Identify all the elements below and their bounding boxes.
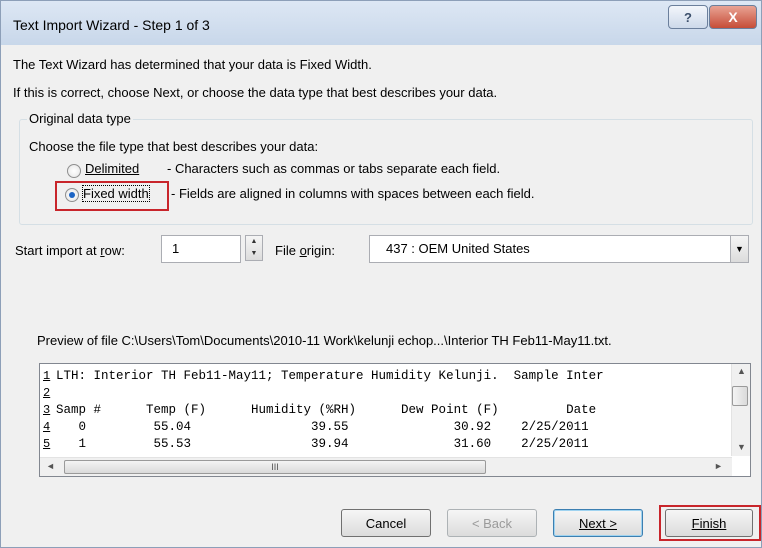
preview-row: 3 Samp # Temp (F) Humidity (%RH) Dew Poin… (40, 402, 730, 419)
row-number: 4 (43, 420, 51, 434)
row-number: 2 (43, 386, 51, 400)
preview-row: 1 LTH: Interior TH Feb11-May11; Temperatu… (40, 368, 730, 385)
row-number: 5 (43, 437, 51, 451)
fixed-width-label[interactable]: Fixed width (82, 185, 150, 202)
fixed-width-description: - Fields are aligned in columns with spa… (171, 186, 535, 201)
start-row-value: 1 (172, 241, 180, 256)
delimited-radio[interactable] (67, 164, 81, 178)
file-origin-label: File origin: (275, 243, 335, 258)
start-row-input[interactable]: 1 (161, 235, 241, 263)
row-number: 1 (43, 369, 51, 383)
next-button[interactable]: Next > (553, 509, 643, 537)
spin-down-icon[interactable]: ▼ (246, 248, 262, 260)
text-import-wizard-dialog: Text Import Wizard - Step 1 of 3 ? X The… (0, 0, 762, 548)
file-origin-value: 437 : OEM United States (386, 241, 530, 256)
preview-row: 4 0 55.04 39.55 30.92 2/25/2011 (40, 419, 730, 436)
help-button[interactable]: ? (668, 5, 708, 29)
title-bar: Text Import Wizard - Step 1 of 3 ? X (1, 1, 761, 45)
file-type-prompt: Choose the file type that best describes… (29, 139, 319, 154)
intro-line-2: If this is correct, choose Next, or choo… (13, 85, 498, 100)
preview-label: Preview of file C:\Users\Tom\Documents\2… (37, 333, 612, 348)
horizontal-scrollbar[interactable]: ◄ III ► (40, 457, 732, 476)
row-text: LTH: Interior TH Feb11-May11; Temperatur… (56, 369, 604, 383)
horizontal-scroll-thumb[interactable]: III (64, 460, 486, 474)
cancel-button[interactable]: Cancel (341, 509, 431, 537)
spin-up-icon[interactable]: ▲ (246, 236, 262, 248)
back-button[interactable]: < Back (447, 509, 537, 537)
start-row-label: Start import at row: (15, 243, 125, 258)
start-row-spinner[interactable]: ▲ ▼ (245, 235, 263, 261)
chevron-down-icon[interactable]: ▼ (730, 236, 748, 262)
row-number: 3 (43, 403, 51, 417)
scroll-left-icon[interactable]: ◄ (46, 461, 55, 471)
group-legend: Original data type (27, 111, 133, 126)
fixed-width-radio[interactable] (65, 188, 79, 202)
scroll-down-icon[interactable]: ▼ (737, 442, 746, 452)
preview-row: 5 1 55.53 39.94 31.60 2/25/2011 (40, 436, 730, 453)
row-text: 0 55.04 39.55 30.92 2/25/2011 (56, 420, 589, 434)
preview-pane[interactable]: 1 LTH: Interior TH Feb11-May11; Temperatu… (39, 363, 751, 477)
row-text: Samp # Temp (F) Humidity (%RH) Dew Point… (56, 403, 597, 417)
dialog-title: Text Import Wizard - Step 1 of 3 (13, 17, 210, 33)
finish-button[interactable]: Finish (665, 509, 753, 537)
scroll-up-icon[interactable]: ▲ (737, 366, 746, 376)
row-text: 1 55.53 39.94 31.60 2/25/2011 (56, 437, 589, 451)
close-button[interactable]: X (709, 5, 757, 29)
vertical-scrollbar[interactable]: ▲ ▼ (731, 364, 750, 456)
intro-line-1: The Text Wizard has determined that your… (13, 57, 372, 72)
vertical-scroll-thumb[interactable] (732, 386, 748, 406)
file-origin-select[interactable]: 437 : OEM United States ▼ (369, 235, 749, 263)
delimited-description: - Characters such as commas or tabs sepa… (167, 161, 501, 176)
delimited-label[interactable]: Delimited (85, 161, 139, 176)
preview-rows: 1 LTH: Interior TH Feb11-May11; Temperatu… (40, 368, 730, 453)
preview-row: 2 (40, 385, 730, 402)
scroll-right-icon[interactable]: ► (714, 461, 723, 471)
